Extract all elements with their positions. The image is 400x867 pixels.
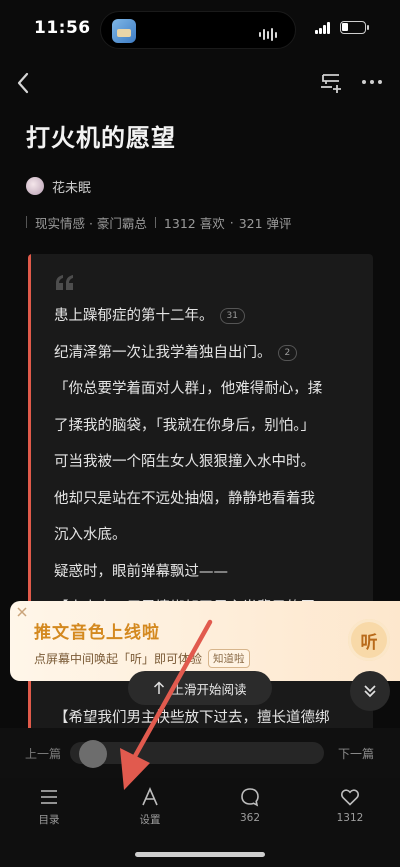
excerpt-line-text: 患上躁郁症的第十二年。: [54, 308, 214, 325]
swipe-up-hint[interactable]: 上滑开始阅读: [128, 671, 272, 705]
book-meta: 现实情感 · 豪门霸总 1312 喜欢 · 321 弹评: [26, 212, 292, 232]
comment-count-badge[interactable]: 31: [219, 308, 245, 325]
chapter-slider[interactable]: [70, 740, 324, 768]
excerpt-line: 患上躁郁症的第十二年。 31: [54, 298, 370, 335]
prev-chapter-button[interactable]: 上一篇: [25, 745, 61, 762]
font-settings-icon: [142, 787, 158, 806]
status-bar: 11:56: [0, 0, 400, 58]
arrow-up-icon: [154, 681, 165, 694]
book-likes: 1312 喜欢: [163, 215, 225, 231]
excerpt-line-text: 沉入水底。: [54, 527, 127, 544]
add-to-shelf-icon[interactable]: [318, 72, 344, 94]
nav-settings-label: 设置: [139, 814, 161, 826]
nav-likes[interactable]: 1312: [320, 786, 380, 824]
battery-icon: [340, 21, 369, 34]
listen-button[interactable]: 听: [348, 619, 390, 661]
got-it-button[interactable]: 知道啦: [208, 649, 250, 668]
audio-wave-icon: [259, 24, 281, 41]
back-icon[interactable]: [14, 70, 34, 96]
nav-catalog-label: 目录: [38, 814, 60, 826]
author-avatar: [26, 177, 44, 195]
double-chevron-down-icon: [364, 685, 376, 698]
swipe-up-text: 上滑开始阅读: [171, 681, 247, 697]
excerpt-line: 沉入水底。: [54, 517, 370, 554]
excerpt-line: 了揉我的脑袋，「我就在你身后，别怕。」: [54, 408, 370, 445]
home-indicator: [135, 852, 265, 857]
excerpt-line-text: 了揉我的脑袋，「我就在你身后，别怕。」: [54, 417, 315, 434]
excerpt-line: 疑惑时，眼前弹幕飘过——: [54, 554, 370, 591]
excerpt-line-text: 【希望我们男主快些放下过去，擅长道德绑: [54, 709, 330, 726]
author-row[interactable]: 花未眠: [26, 176, 91, 196]
signal-icon: [315, 22, 331, 34]
meta-separator: [154, 216, 156, 228]
book-tags: 现实情感 · 豪门霸总: [35, 215, 147, 231]
nav-comments[interactable]: 362: [220, 786, 280, 824]
nav-likes-count: 1312: [336, 812, 364, 824]
scroll-down-button[interactable]: [350, 671, 390, 711]
promo-title: 推文音色上线啦: [34, 623, 160, 643]
voice-promo-banner[interactable]: 推文音色上线啦 点屏幕中间唤起「听」即可体验 知道啦 听: [10, 601, 400, 681]
heart-icon: [341, 789, 359, 806]
promo-desc-text: 点屏幕中间唤起「听」即可体验: [34, 652, 203, 666]
more-icon[interactable]: [362, 80, 384, 86]
excerpt-line-text: 他却只是站在不远处抽烟，静静地看着我: [54, 490, 315, 507]
meta-dot: ·: [229, 214, 234, 230]
app-thumbnail-icon: [112, 19, 136, 43]
comment-count-badge[interactable]: 2: [277, 344, 298, 361]
list-icon: [41, 790, 57, 804]
excerpt-line: 可当我被一个陌生女人狠狠撞入水中时。: [54, 444, 370, 481]
book-comments: 321 弹评: [238, 215, 292, 231]
status-time: 11:56: [34, 18, 91, 38]
quote-icon: [56, 275, 73, 290]
excerpt-line-text: 可当我被一个陌生女人狠狠撞入水中时。: [54, 454, 315, 471]
meta-divider: [26, 216, 27, 228]
excerpt-line: 他却只是站在不远处抽烟，静静地看着我: [54, 481, 370, 518]
slider-thumb[interactable]: [79, 740, 108, 768]
author-name: 花未眠: [52, 180, 92, 196]
nav-catalog[interactable]: 目录: [19, 786, 79, 827]
excerpt-line-text: 疑惑时，眼前弹幕飘过——: [54, 563, 228, 580]
next-chapter-button[interactable]: 下一篇: [338, 745, 374, 762]
promo-description: 点屏幕中间唤起「听」即可体验 知道啦: [34, 649, 250, 668]
excerpt-line: 纪清泽第一次让我学着独自出门。 2: [54, 335, 370, 372]
excerpt-line: 「你总要学着面对人群」，他难得耐心，揉: [54, 371, 370, 408]
book-title: 打火机的愿望: [26, 124, 176, 152]
excerpt-line-text: 「你总要学着面对人群」，他难得耐心，揉: [54, 381, 323, 398]
nav-comments-count: 362: [239, 812, 261, 824]
excerpt-line-text: 纪清泽第一次让我学着独自出门。: [54, 344, 272, 361]
dynamic-island[interactable]: [100, 11, 296, 49]
close-icon[interactable]: [16, 606, 28, 618]
chapter-slider-row: 上一篇 下一篇: [0, 728, 400, 778]
comment-icon: [241, 788, 259, 807]
nav-settings[interactable]: 设置: [120, 786, 180, 827]
